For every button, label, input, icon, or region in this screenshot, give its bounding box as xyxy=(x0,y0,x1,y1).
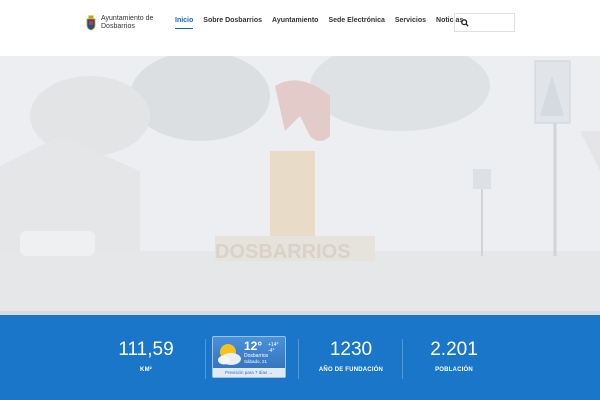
nav-item-ayuntamiento[interactable]: Ayuntamiento xyxy=(272,17,318,28)
nav-item-inicio[interactable]: Inicio xyxy=(175,17,194,29)
search-icon[interactable] xyxy=(461,19,469,27)
weather-forecast-link[interactable]: Previsión para 7 días → xyxy=(213,368,285,377)
nav-item-servicios[interactable]: Servicios xyxy=(395,17,426,28)
town-stats-bar: 111,59 KM² 1230 AÑO DE FUNDACIÓN 2.201 P… xyxy=(0,315,600,400)
site-logo[interactable]: Ayuntamiento de Dosbarrios xyxy=(86,15,153,31)
stat-divider xyxy=(298,339,299,379)
sculpture-letters: DOSBARRIOS xyxy=(215,241,351,263)
stat-founding: 1230 AÑO DE FUNDACIÓN xyxy=(312,339,390,373)
weather-temperature: 12° xyxy=(244,339,263,353)
weather-date: Sábado, 21 xyxy=(244,359,268,364)
stat-founding-value: 1230 xyxy=(329,339,373,360)
logo-line-1: Ayuntamiento de xyxy=(101,15,154,22)
search-box[interactable] xyxy=(454,13,515,32)
stat-population: 2.201 POBLACIÓN xyxy=(425,339,483,373)
site-header: Ayuntamiento de Dosbarrios Inicio Sobre … xyxy=(0,0,600,56)
stat-area-value: 111,59 xyxy=(118,339,174,360)
stat-divider xyxy=(402,339,403,379)
partly-cloudy-icon xyxy=(218,344,241,365)
coat-of-arms-icon xyxy=(86,15,96,31)
stat-area-label: KM² xyxy=(140,367,152,373)
town-sculpture-photo: DOSBARRIOS xyxy=(0,56,600,315)
logo-text: Ayuntamiento de Dosbarrios xyxy=(101,15,153,31)
stat-divider xyxy=(205,339,206,379)
stat-area: 111,59 KM² xyxy=(115,339,177,373)
weather-range: +14° -4° xyxy=(268,342,279,354)
weather-widget[interactable]: 12° +14° -4° Dosbarrios Sábado, 21 Previ… xyxy=(212,336,286,378)
stat-population-label: POBLACIÓN xyxy=(435,367,473,373)
stat-population-value: 2.201 xyxy=(430,339,478,360)
stat-founding-label: AÑO DE FUNDACIÓN xyxy=(318,367,384,373)
nav-item-sede-electronica[interactable]: Sede Electrónica xyxy=(328,17,384,28)
logo-line-2: Dosbarrios xyxy=(101,23,135,30)
nav-item-sobre-dosbarrios[interactable]: Sobre Dosbarrios xyxy=(203,17,262,28)
main-nav: Inicio Sobre Dosbarrios Ayuntamiento Sed… xyxy=(175,17,463,29)
hero-image: DOSBARRIOS xyxy=(0,56,600,315)
